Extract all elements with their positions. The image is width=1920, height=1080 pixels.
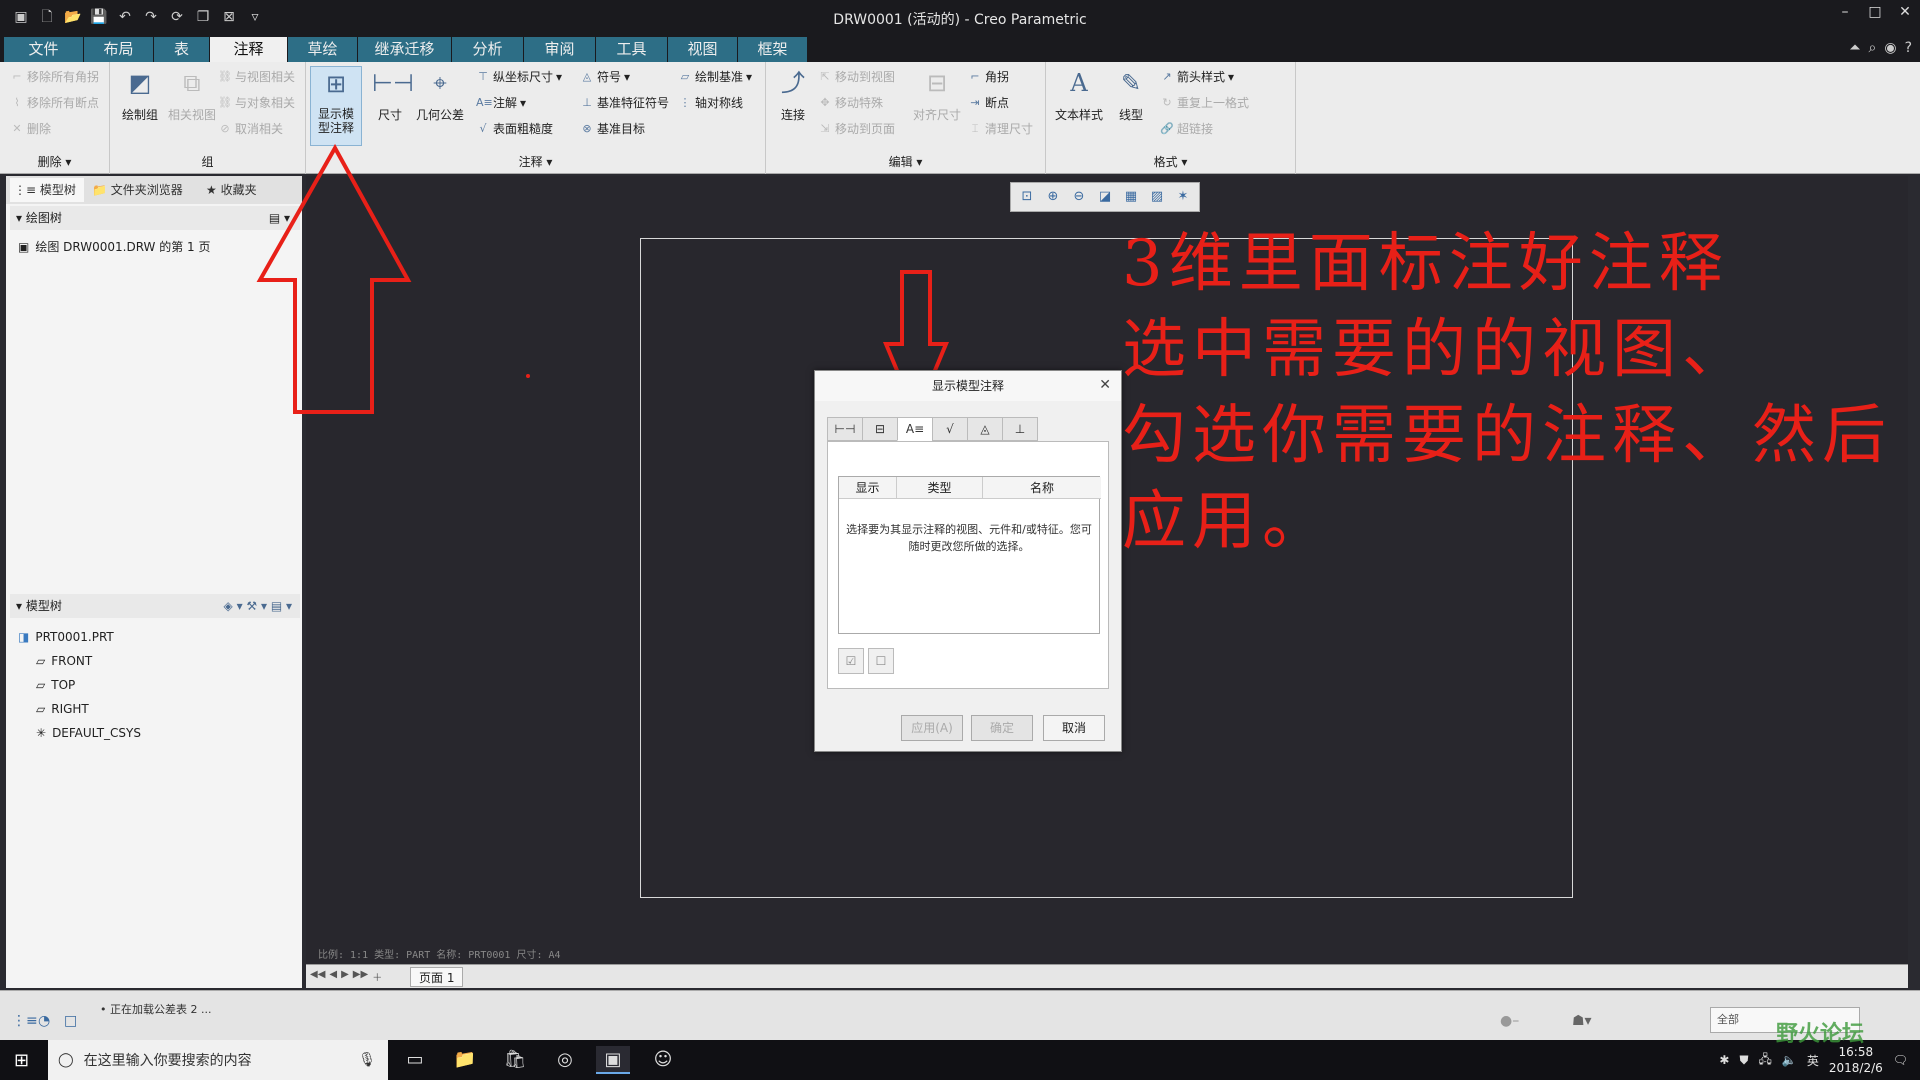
taskbar: ⊞ ◯ 在这里输入你要搜索的内容 🎙 ▭ 📁 🛍 ◎ ▣ ☺ ✱ ⛊ 🖧 🔈 英… [0,1040,1920,1080]
cancel-button[interactable]: 取消 [1043,715,1105,741]
tab-symbols[interactable]: ◬ [967,417,1003,441]
store-icon[interactable]: 🛍 [498,1046,532,1074]
microphone-icon[interactable]: 🎙 [358,1052,376,1068]
chrome-icon[interactable]: ◎ [548,1046,582,1074]
taskbar-search[interactable]: ◯ 在这里输入你要搜索的内容 🎙 [48,1040,388,1080]
browser-icon[interactable]: ◔ [38,1013,50,1029]
annotation-line-4: 应用。 [1122,485,1332,559]
annotation-table: 显示 类型 名称 选择要为其显示注释的视图、元件和/或特征。您可随时更改您所做的… [838,476,1101,634]
annotation-type-tabs: ⊢⊣ ⊟ A≡ √ ◬ ⊥ [827,417,1038,441]
column-name[interactable]: 名称 [983,477,1101,499]
task-view-icon[interactable]: ▭ [398,1046,432,1074]
clock[interactable]: 16:58 2018/2/6 [1829,1044,1883,1076]
bluetooth-icon[interactable]: ✱ [1719,1053,1729,1067]
note-tab-icon: A≡ [905,422,925,436]
file-explorer-icon[interactable]: 📁 [448,1046,482,1074]
tab-gtol[interactable]: ⊟ [862,417,898,441]
toggle-navigator-icon[interactable]: ⋮≡ [12,1013,38,1029]
tab-surface-finish[interactable]: √ [932,417,968,441]
status-bar: ⋮≡ ◔ □ • 正在加载公差表 2 ... ●– ☗▾ 全部 [0,990,1920,1040]
annotation-panel: 显示 类型 名称 选择要为其显示注释的视图、元件和/或特征。您可随时更改您所做的… [827,441,1109,689]
selection-filter-icon[interactable]: ☗▾ [1572,1013,1592,1029]
ime-indicator[interactable]: 英 [1807,1052,1819,1069]
dialog-close-icon[interactable]: ✕ [1099,377,1111,393]
gtol-tab-icon: ⊟ [874,422,886,436]
dialog-title: 显示模型注释 [815,371,1121,401]
annotation-line-2: 选中需要的的视图、 [1122,313,1752,387]
qq-icon[interactable]: ☺ [646,1046,680,1074]
tab-datums[interactable]: ⊥ [1002,417,1038,441]
ok-button[interactable]: 确定 [971,715,1033,741]
select-all-button[interactable]: ☑ [838,648,864,674]
system-tray: ✱ ⛊ 🖧 🔈 英 16:58 2018/2/6 🗨 [1719,1044,1908,1076]
column-show[interactable]: 显示 [839,477,897,499]
symbol-tab-icon: ◬ [980,422,990,436]
regen-status-icon: ●– [1500,1013,1520,1029]
deselect-all-button[interactable]: ☐ [868,648,894,674]
annotation-line-1: 3维里面标注好注释 [1122,227,1729,301]
column-type[interactable]: 类型 [897,477,983,499]
datum-tab-icon: ⊥ [1014,422,1026,436]
up-arrow-annotation [256,143,412,414]
tab-dimensions[interactable]: ⊢⊣ [827,417,863,441]
status-message: • 正在加载公差表 2 ... [100,1003,212,1016]
deselect-all-icon: ☐ [875,654,887,668]
instruction-message: 选择要为其显示注释的视图、元件和/或特征。您可随时更改您所做的选择。 [846,523,1092,553]
fullscreen-icon[interactable]: □ [64,1013,77,1029]
security-icon[interactable]: ⛊ [1739,1053,1748,1068]
notifications-icon[interactable]: 🗨 [1893,1053,1908,1067]
watermark-logo: 野火论坛 [1776,1022,1865,1047]
show-model-annotations-dialog: 显示模型注释 ✕ ⊢⊣ ⊟ A≡ √ ◬ ⊥ 显示 类型 名称 选择要为其显示注… [814,370,1122,752]
tab-notes[interactable]: A≡ [897,417,933,441]
dimension-tab-icon: ⊢⊣ [834,422,856,436]
creo-taskbar-icon[interactable]: ▣ [596,1046,630,1074]
red-dot [526,374,530,378]
select-all-icon: ☑ [845,654,857,668]
cortana-icon: ◯ [58,1052,74,1068]
network-icon[interactable]: 🖧 [1759,1050,1772,1071]
surface-finish-tab-icon: √ [946,422,954,436]
windows-start-icon[interactable]: ⊞ [14,1050,29,1071]
volume-icon[interactable]: 🔈 [1782,1053,1797,1067]
apply-button[interactable]: 应用(A) [901,715,963,741]
annotation-line-3: 勾选你需要的注释、然后 [1122,399,1892,473]
